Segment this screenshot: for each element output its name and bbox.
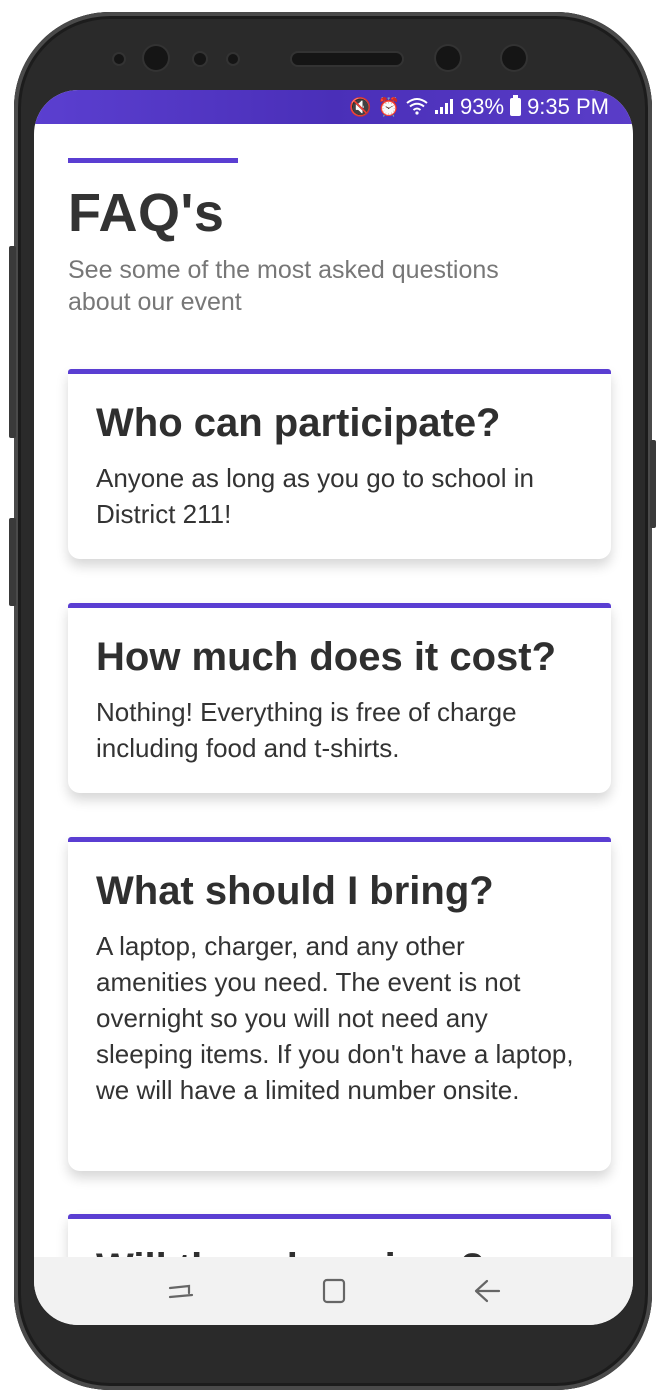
earpiece-speaker xyxy=(292,53,402,65)
faq-answer: Nothing! Everything is free of charge in… xyxy=(96,697,517,763)
home-button[interactable] xyxy=(314,1271,354,1311)
faq-card: Will there be prizes? xyxy=(68,1214,611,1257)
recent-apps-button[interactable] xyxy=(161,1271,201,1311)
faq-answer: A laptop, charger, and any other ameniti… xyxy=(96,931,574,1105)
page-title: FAQ's xyxy=(68,183,225,243)
proximity-sensor xyxy=(114,54,124,64)
faq-question: How much does it cost? xyxy=(96,635,557,679)
signal-icon xyxy=(434,97,454,118)
faq-page[interactable]: FAQ's See some of the most asked questio… xyxy=(34,124,633,1257)
bixby-button xyxy=(9,518,16,606)
front-camera xyxy=(144,46,168,70)
navigation-bar xyxy=(34,1257,633,1325)
screen: 🔇 ⏰ 93% 9:35 PM FAQ's See some of the mo… xyxy=(34,90,633,1325)
battery-percent: 93% xyxy=(460,94,505,119)
back-icon xyxy=(474,1279,500,1303)
home-icon xyxy=(322,1278,345,1304)
clock: 9:35 PM xyxy=(527,94,609,119)
mute-vibrate-icon: 🔇 xyxy=(349,97,372,117)
alarm-icon: ⏰ xyxy=(377,97,401,117)
iris-camera xyxy=(502,46,526,70)
back-button[interactable] xyxy=(467,1271,507,1311)
faq-question: Will there be prizes? xyxy=(96,1245,583,1257)
faq-question: What should I bring? xyxy=(96,869,494,913)
faq-card: How much does it cost? Nothing! Everythi… xyxy=(68,603,611,793)
volume-button xyxy=(9,246,16,438)
faq-card: Who can participate? Anyone as long as y… xyxy=(68,369,611,559)
power-button xyxy=(650,440,656,528)
title-accent-bar xyxy=(68,158,238,163)
faq-answer: Anyone as long as you go to school in Di… xyxy=(96,463,534,529)
wifi-icon xyxy=(406,97,428,118)
recent-apps-icon xyxy=(168,1284,193,1299)
page-subtitle: See some of the most asked questions abo… xyxy=(68,256,499,316)
battery-icon xyxy=(510,95,522,116)
light-sensor xyxy=(194,53,206,65)
faq-question: Who can participate? xyxy=(96,401,501,445)
status-bar: 🔇 ⏰ 93% 9:35 PM xyxy=(34,90,633,124)
faq-card: What should I bring? A laptop, charger, … xyxy=(68,837,611,1171)
sensor-dot xyxy=(228,54,238,64)
iris-scanner xyxy=(436,46,460,70)
